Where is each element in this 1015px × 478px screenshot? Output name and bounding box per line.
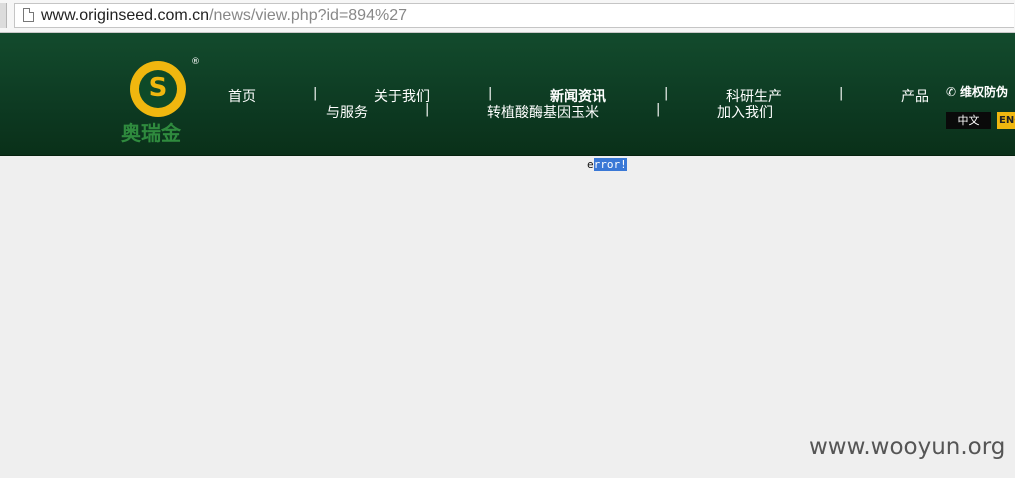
error-text-selected: rror! xyxy=(593,158,627,171)
nav-item-home[interactable]: 首页 xyxy=(228,86,256,106)
nav-separator: | xyxy=(839,86,844,101)
anti-counterfeit-label: 维权防伪 xyxy=(960,85,1009,99)
nav-item-phytase-corn[interactable]: 转植酸酶基因玉米 xyxy=(487,102,599,122)
nav-separator: | xyxy=(488,86,493,101)
url-field[interactable]: www.originseed.com.cn/news/view.php?id=8… xyxy=(14,3,1014,28)
page-icon xyxy=(23,8,34,22)
watermark: www.wooyun.org xyxy=(809,434,1006,460)
nav-separator: | xyxy=(664,86,669,101)
anti-counterfeit-link[interactable]: ✆ 维权防伪 xyxy=(946,83,1008,100)
lang-chinese-button[interactable]: 中文 xyxy=(946,112,991,129)
url-host: www.originseed.com.cn xyxy=(41,7,210,24)
nav-item-products-part2[interactable]: 与服务 xyxy=(326,102,368,122)
nav-separator: | xyxy=(425,102,430,117)
nav-separator: | xyxy=(656,102,661,117)
main-nav: 首页 | 关于我们 | 新闻资讯 | 科研生产 | 产品 与服务 | 转植酸酶基… xyxy=(0,33,1015,155)
error-text-start: e xyxy=(587,158,594,171)
browser-address-bar: www.originseed.com.cn/news/view.php?id=8… xyxy=(0,0,1015,33)
url-path: /news/view.php?id=894%27 xyxy=(209,7,407,24)
browser-left-edge xyxy=(0,3,7,28)
site-header: S ® 奥瑞金 首页 | 关于我们 | 新闻资讯 | 科研生产 | 产品 与服务… xyxy=(0,33,1015,156)
lang-english-button[interactable]: ENG xyxy=(997,112,1015,129)
phone-icon: ✆ xyxy=(946,85,957,99)
nav-item-about[interactable]: 关于我们 xyxy=(374,86,430,106)
url-text[interactable]: www.originseed.com.cn/news/view.php?id=8… xyxy=(41,7,407,25)
error-message: error! xyxy=(587,158,627,171)
nav-separator: | xyxy=(313,86,318,101)
nav-item-join-us[interactable]: 加入我们 xyxy=(717,102,773,122)
nav-item-products-part1[interactable]: 产品 xyxy=(901,86,929,106)
